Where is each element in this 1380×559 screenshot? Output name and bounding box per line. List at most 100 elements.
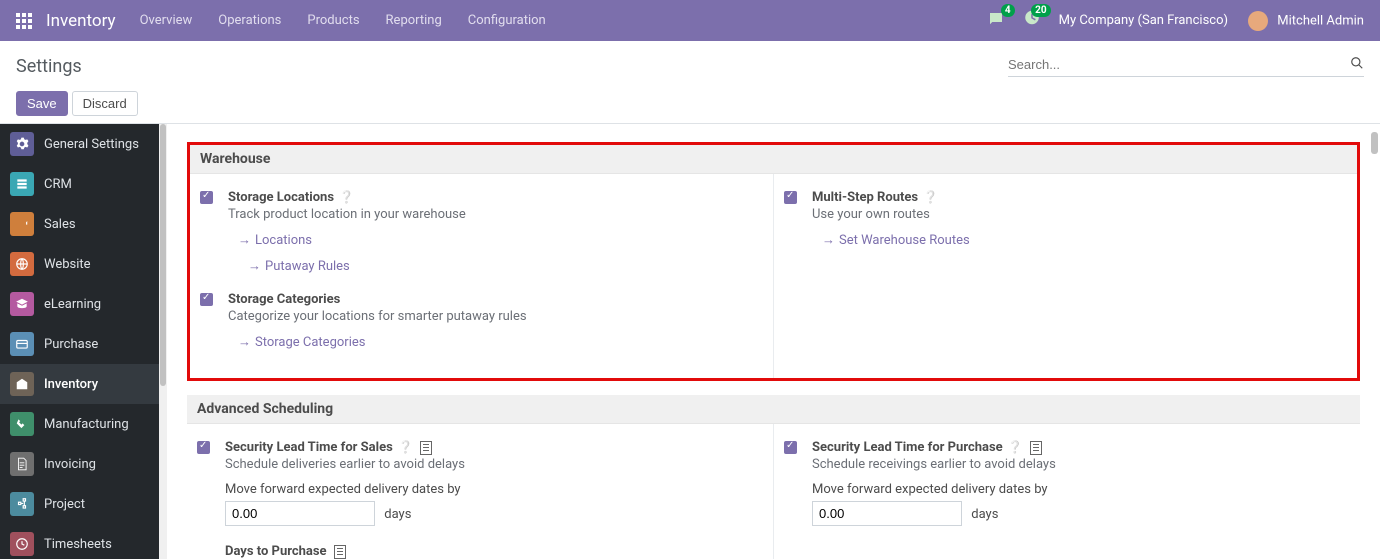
menu-configuration[interactable]: Configuration — [468, 13, 546, 28]
module-icon — [10, 292, 34, 316]
control-panel: Settings Save Discard — [0, 41, 1380, 124]
link-locations[interactable]: →Locations — [228, 232, 312, 248]
avatar-icon — [1248, 11, 1268, 31]
sidebar-item-invoicing[interactable]: Invoicing — [0, 444, 167, 484]
settings-sidebar: General Settings CRM Sales Website eLearning… — [0, 124, 167, 559]
sidebar-scrollbar[interactable] — [159, 124, 167, 559]
checkbox-multi-step-routes[interactable] — [784, 191, 797, 204]
sidebar-item-inventory[interactable]: Inventory — [0, 364, 167, 404]
field-label: Move forward expected delivery dates by — [225, 482, 763, 497]
setting-title: Storage Categories — [228, 292, 340, 307]
link-storage-categories[interactable]: →Storage Categories — [228, 334, 365, 350]
search-box[interactable] — [1008, 56, 1364, 77]
sidebar-item-label: eLearning — [44, 297, 101, 312]
section-heading-warehouse: Warehouse — [190, 145, 1357, 174]
sidebar-item-project[interactable]: Project — [0, 484, 167, 524]
sidebar-item-general-settings[interactable]: General Settings — [0, 124, 167, 164]
sidebar-item-timesheets[interactable]: Timesheets — [0, 524, 167, 559]
messaging-badge: 4 — [1001, 4, 1015, 17]
content-scrollbar[interactable] — [1370, 124, 1379, 559]
input-purchase-lead-days[interactable] — [812, 501, 962, 526]
module-icon — [10, 412, 34, 436]
sidebar-item-elearning[interactable]: eLearning — [0, 284, 167, 324]
company-dependent-icon — [334, 545, 346, 559]
company-dependent-icon — [420, 441, 432, 455]
sidebar-item-website[interactable]: Website — [0, 244, 167, 284]
module-icon — [10, 172, 34, 196]
section-heading-scheduling: Advanced Scheduling — [187, 395, 1360, 424]
setting-desc: Categorize your locations for smarter pu… — [228, 309, 763, 324]
warehouse-section-highlight: Warehouse Storage Locations ❔ Track prod… — [187, 142, 1360, 381]
app-title[interactable]: Inventory — [46, 11, 116, 31]
messaging-icon[interactable]: 4 — [987, 10, 1005, 32]
checkbox-purchase-lead-time[interactable] — [784, 441, 797, 454]
module-icon — [10, 252, 34, 276]
sidebar-item-crm[interactable]: CRM — [0, 164, 167, 204]
search-input[interactable] — [1008, 57, 1350, 72]
menu-reporting[interactable]: Reporting — [386, 13, 442, 28]
unit-label: days — [971, 507, 998, 522]
sidebar-item-label: General Settings — [44, 137, 139, 152]
menu-operations[interactable]: Operations — [218, 13, 281, 28]
user-name: Mitchell Admin — [1277, 13, 1364, 28]
settings-content: Warehouse Storage Locations ❔ Track prod… — [167, 124, 1380, 559]
sidebar-item-sales[interactable]: Sales — [0, 204, 167, 244]
save-button[interactable]: Save — [16, 91, 68, 116]
setting-title: Storage Locations — [228, 190, 334, 205]
menu-products[interactable]: Products — [307, 13, 359, 28]
checkbox-storage-categories[interactable] — [200, 293, 213, 306]
sidebar-item-label: CRM — [44, 177, 72, 192]
discard-button[interactable]: Discard — [72, 91, 138, 116]
help-icon[interactable]: ❔ — [398, 440, 413, 454]
user-menu[interactable]: Mitchell Admin — [1248, 11, 1364, 31]
module-icon — [10, 492, 34, 516]
setting-storage-locations: Storage Locations ❔ Track product locati… — [200, 190, 763, 274]
module-icon — [10, 332, 34, 356]
sidebar-item-label: Manufacturing — [44, 417, 129, 432]
help-icon[interactable]: ❔ — [1008, 440, 1023, 454]
sidebar-item-label: Sales — [44, 217, 76, 232]
setting-desc: Schedule receivings earlier to avoid del… — [812, 457, 1350, 472]
module-icon — [10, 532, 34, 556]
module-icon — [10, 212, 34, 236]
module-icon — [10, 372, 34, 396]
search-icon[interactable] — [1350, 56, 1364, 74]
module-icon — [10, 452, 34, 476]
input-sales-lead-days[interactable] — [225, 501, 375, 526]
setting-desc: Schedule deliveries earlier to avoid del… — [225, 457, 763, 472]
link-set-warehouse-routes[interactable]: →Set Warehouse Routes — [812, 232, 970, 248]
setting-sales-lead-time: Security Lead Time for Sales ❔ Schedule … — [197, 440, 763, 526]
activities-badge: 20 — [1031, 4, 1050, 17]
setting-purchase-lead-time: Security Lead Time for Purchase ❔ Schedu… — [784, 440, 1350, 526]
sidebar-item-manufacturing[interactable]: Manufacturing — [0, 404, 167, 444]
setting-desc: Use your own routes — [812, 207, 1347, 222]
sidebar-item-label: Inventory — [44, 377, 98, 392]
help-icon[interactable]: ❔ — [923, 190, 938, 204]
setting-title: Multi-Step Routes — [812, 190, 918, 205]
setting-desc: Track product location in your warehouse — [228, 207, 763, 222]
sidebar-item-label: Website — [44, 257, 91, 272]
activities-icon[interactable]: 20 — [1023, 10, 1041, 32]
help-icon[interactable]: ❔ — [339, 190, 354, 204]
sidebar-item-label: Timesheets — [44, 537, 112, 552]
link-putaway-rules[interactable]: →Putaway Rules — [228, 258, 350, 274]
checkbox-sales-lead-time[interactable] — [197, 441, 210, 454]
sidebar-item-purchase[interactable]: Purchase — [0, 324, 167, 364]
company-dependent-icon — [1030, 441, 1042, 455]
sidebar-item-label: Project — [44, 497, 85, 512]
sidebar-item-label: Invoicing — [44, 457, 96, 472]
top-navbar: Inventory Overview Operations Products R… — [0, 0, 1380, 41]
sidebar-item-label: Purchase — [44, 337, 98, 352]
setting-storage-categories: Storage Categories Categorize your locat… — [200, 292, 763, 350]
menu-overview[interactable]: Overview — [140, 13, 193, 28]
company-switcher[interactable]: My Company (San Francisco) — [1059, 13, 1228, 28]
checkbox-storage-locations[interactable] — [200, 191, 213, 204]
setting-title: Days to Purchase — [225, 544, 327, 559]
setting-days-to-purchase: Days to Purchase — [197, 544, 763, 559]
field-label: Move forward expected delivery dates by — [812, 482, 1350, 497]
unit-label: days — [384, 507, 411, 522]
setting-multi-step-routes: Multi-Step Routes ❔ Use your own routes … — [784, 190, 1347, 248]
setting-title: Security Lead Time for Sales — [225, 440, 393, 455]
apps-icon[interactable] — [16, 13, 32, 29]
module-icon — [10, 132, 34, 156]
